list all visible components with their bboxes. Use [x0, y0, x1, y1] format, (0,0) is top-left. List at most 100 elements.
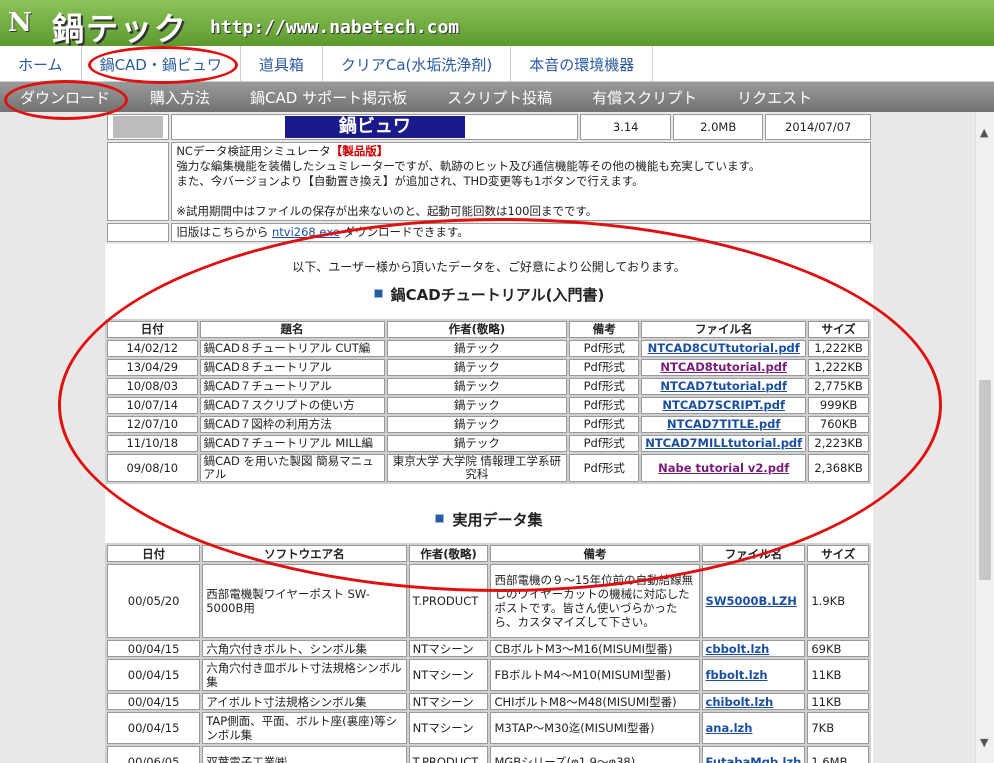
old-version-link[interactable]: ntvi268.exe — [272, 225, 340, 239]
nav-purchase[interactable]: 購入方法 — [130, 82, 230, 112]
file-link[interactable]: NTCAD7MILLtutorial.pdf — [645, 436, 802, 450]
size-cell: 2.0MB — [672, 114, 764, 140]
cell-author: NTマシーン — [408, 693, 489, 710]
desc-line: 強力な編集機能を装備したシュミレーターですが、軌跡のヒット及び通信機能等その他の… — [176, 159, 761, 173]
site-logo[interactable]: 鍋テック — [52, 4, 188, 50]
cell-author: 鍋テック — [386, 416, 568, 433]
site-url: http://www.nabetech.com — [210, 17, 460, 38]
file-link[interactable]: FutabaMgb.lzh — [706, 755, 802, 763]
cell-date: 00/04/15 — [107, 659, 201, 691]
cell-author: T.PRODUCT — [408, 564, 489, 638]
site-header: N 鍋テック http://www.nabetech.com — [0, 0, 994, 48]
table-row: 00/04/15 六角穴付きボルト、シンボル集 NTマシーン CBボルトM3～M… — [107, 640, 869, 657]
cell-title: 鍋CAD７チュートリアル — [199, 378, 385, 395]
old-version-row: 旧版はこちらから ntvi268.exe ダウンロードできます。 — [171, 223, 871, 242]
cell-software: 西部電機製ワイヤーポスト SW-5000B用 — [202, 564, 407, 638]
cell-note: Pdf形式 — [569, 340, 640, 357]
cell-author: NTマシーン — [408, 659, 489, 691]
viewer-download-table: 鍋ビュワ 3.14 2.0MB 2014/07/07 NCデータ検証用シミュレー… — [105, 112, 873, 244]
file-link[interactable]: SW5000B.LZH — [706, 594, 797, 608]
cell-note: M3TAP～M30迄(MISUMI型番) — [490, 712, 700, 744]
nav-home[interactable]: ホーム — [0, 46, 82, 82]
nav-script-post[interactable]: スクリプト投稿 — [427, 82, 572, 112]
file-link[interactable]: NTCAD7tutorial.pdf — [660, 379, 787, 393]
cell-size: 1.6MB — [807, 746, 869, 763]
file-link[interactable]: ana.lzh — [706, 721, 753, 735]
cell-software: 六角穴付きボルト、シンボル集 — [202, 640, 407, 657]
square-bullet-icon — [373, 289, 383, 298]
cell-software: TAP側面、平面、ボルト座(裏座)等シンボル集 — [202, 712, 407, 744]
nav-environment[interactable]: 本音の環境機器 — [511, 46, 654, 82]
primary-nav: ホーム 鍋CAD・鍋ビュワ 道具箱 クリアCa(水垢洗浄剤) 本音の環境機器 — [0, 46, 994, 82]
file-link[interactable]: Nabe tutorial v2.pdf — [658, 461, 789, 475]
table-row: 10/08/03 鍋CAD７チュートリアル 鍋テック Pdf形式 NTCAD7t… — [107, 378, 869, 395]
product-thumbnail — [113, 116, 164, 138]
cell-size: 1,222KB — [808, 359, 869, 376]
table-row: 14/02/12 鍋CAD８チュートリアル CUT編 鍋テック Pdf形式 NT… — [107, 340, 869, 357]
nav-download[interactable]: ダウンロード — [0, 82, 130, 112]
cell-title: 鍋CAD７スクリプトの使い方 — [199, 397, 385, 414]
file-link[interactable]: NTCAD7SCRIPT.pdf — [662, 398, 785, 412]
nav-request[interactable]: リクエスト — [717, 82, 832, 112]
empty-cell — [107, 223, 170, 242]
desc-line: また、今バージョンより【自動置き換え】が追加され、THD変更等も1ボタンで行えま… — [176, 174, 644, 188]
cell-author: NTマシーン — [408, 640, 489, 657]
file-link[interactable]: NTCAD8CUTtutorial.pdf — [648, 341, 800, 355]
square-bullet-icon — [435, 514, 445, 523]
cell-date: 00/04/15 — [107, 693, 201, 710]
desc-note: ※試用期間中はファイルの保存が出来ないのと、起動可能回数は100回までです。 — [176, 204, 598, 218]
file-link[interactable]: NTCAD7TITLE.pdf — [667, 417, 780, 431]
col-date: 日付 — [107, 321, 198, 338]
cell-note: FBボルトM4～M10(MISUMI型番) — [490, 659, 700, 691]
cell-size: 11KB — [807, 693, 869, 710]
nav-toolbox[interactable]: 道具箱 — [241, 46, 323, 82]
cell-size: 999KB — [808, 397, 869, 414]
cell-date: 00/04/15 — [107, 712, 201, 744]
scroll-thumb[interactable] — [979, 380, 991, 580]
product-banner-cell[interactable]: 鍋ビュワ — [171, 114, 579, 140]
table-row: 11/10/18 鍋CAD７チュートリアル MILL編 鍋テック Pdf形式 N… — [107, 435, 869, 452]
file-link[interactable]: cbbolt.lzh — [706, 642, 770, 656]
cell-title: 鍋CAD７図枠の利用方法 — [199, 416, 385, 433]
cell-title: 鍋CAD８チュートリアル — [199, 359, 385, 376]
table-row: 00/06/05 双葉電子工業㈱ T.PRODUCT MGBシリーズ(φ1.9～… — [107, 746, 869, 763]
table-row: 12/07/10 鍋CAD７図枠の利用方法 鍋テック Pdf形式 NTCAD7T… — [107, 416, 869, 433]
table-row: 00/05/20 西部電機製ワイヤーポスト SW-5000B用 T.PRODUC… — [107, 564, 869, 638]
nav-support-board[interactable]: 鍋CAD サポート掲示板 — [230, 82, 427, 112]
cell-size: 11KB — [807, 659, 869, 691]
cell-author: 東京大学 大学院 情報理工学系研究科 — [386, 454, 568, 482]
col-author: 作者(敬略) — [408, 545, 489, 562]
cell-note: MGBシリーズ(φ1.9～φ38) — [490, 746, 700, 763]
data-header-row: 日付 ソフトウエア名 作者(敬略) 備考 ファイル名 サイズ — [107, 545, 869, 562]
logo-mark[interactable]: N — [8, 8, 32, 38]
scroll-up-icon[interactable]: ▲ — [980, 126, 988, 139]
cell-note: CHIボルトM8～M48(MISUMI型番) — [490, 693, 700, 710]
secondary-nav: ダウンロード 購入方法 鍋CAD サポート掲示板 スクリプト投稿 有償スクリプト… — [0, 82, 994, 112]
cell-size: 7KB — [807, 712, 869, 744]
cell-size: 760KB — [808, 416, 869, 433]
cell-size: 1.9KB — [807, 564, 869, 638]
file-link[interactable]: fbbolt.lzh — [706, 668, 768, 682]
file-link[interactable]: chibolt.lzh — [706, 695, 774, 709]
col-software: ソフトウエア名 — [202, 545, 407, 562]
cell-note: Pdf形式 — [569, 454, 640, 482]
scroll-down-icon[interactable]: ▼ — [980, 736, 988, 749]
desc-title: NCデータ検証用シミュレータ — [176, 144, 331, 158]
cell-author: 鍋テック — [386, 378, 568, 395]
cell-author: T.PRODUCT — [408, 746, 489, 763]
nav-nabecad-viewer[interactable]: 鍋CAD・鍋ビュワ — [82, 46, 241, 82]
tutorial-table: 日付 題名 作者(敬略) 備考 ファイル名 サイズ 14/02/12 鍋CAD８… — [105, 319, 871, 484]
cell-author: 鍋テック — [386, 340, 568, 357]
cell-note: Pdf形式 — [569, 435, 640, 452]
col-note: 備考 — [490, 545, 700, 562]
nav-clear-ca[interactable]: クリアCa(水垢洗浄剤) — [323, 46, 512, 82]
vertical-scrollbar[interactable]: ▲ ▼ — [975, 112, 994, 763]
product-banner[interactable]: 鍋ビュワ — [284, 116, 465, 138]
desc-edition: 【製品版】 — [330, 144, 389, 158]
cell-software: 六角穴付き皿ボルト寸法規格シンボル集 — [202, 659, 407, 691]
cell-note: 西部電機の９～15年位前の自動結線無しのワイヤーカットの機械に対応したポストです… — [490, 564, 700, 638]
file-link[interactable]: NTCAD8tutorial.pdf — [660, 360, 787, 374]
cell-author: 鍋テック — [386, 359, 568, 376]
cell-size: 69KB — [807, 640, 869, 657]
nav-paid-script[interactable]: 有償スクリプト — [572, 82, 717, 112]
